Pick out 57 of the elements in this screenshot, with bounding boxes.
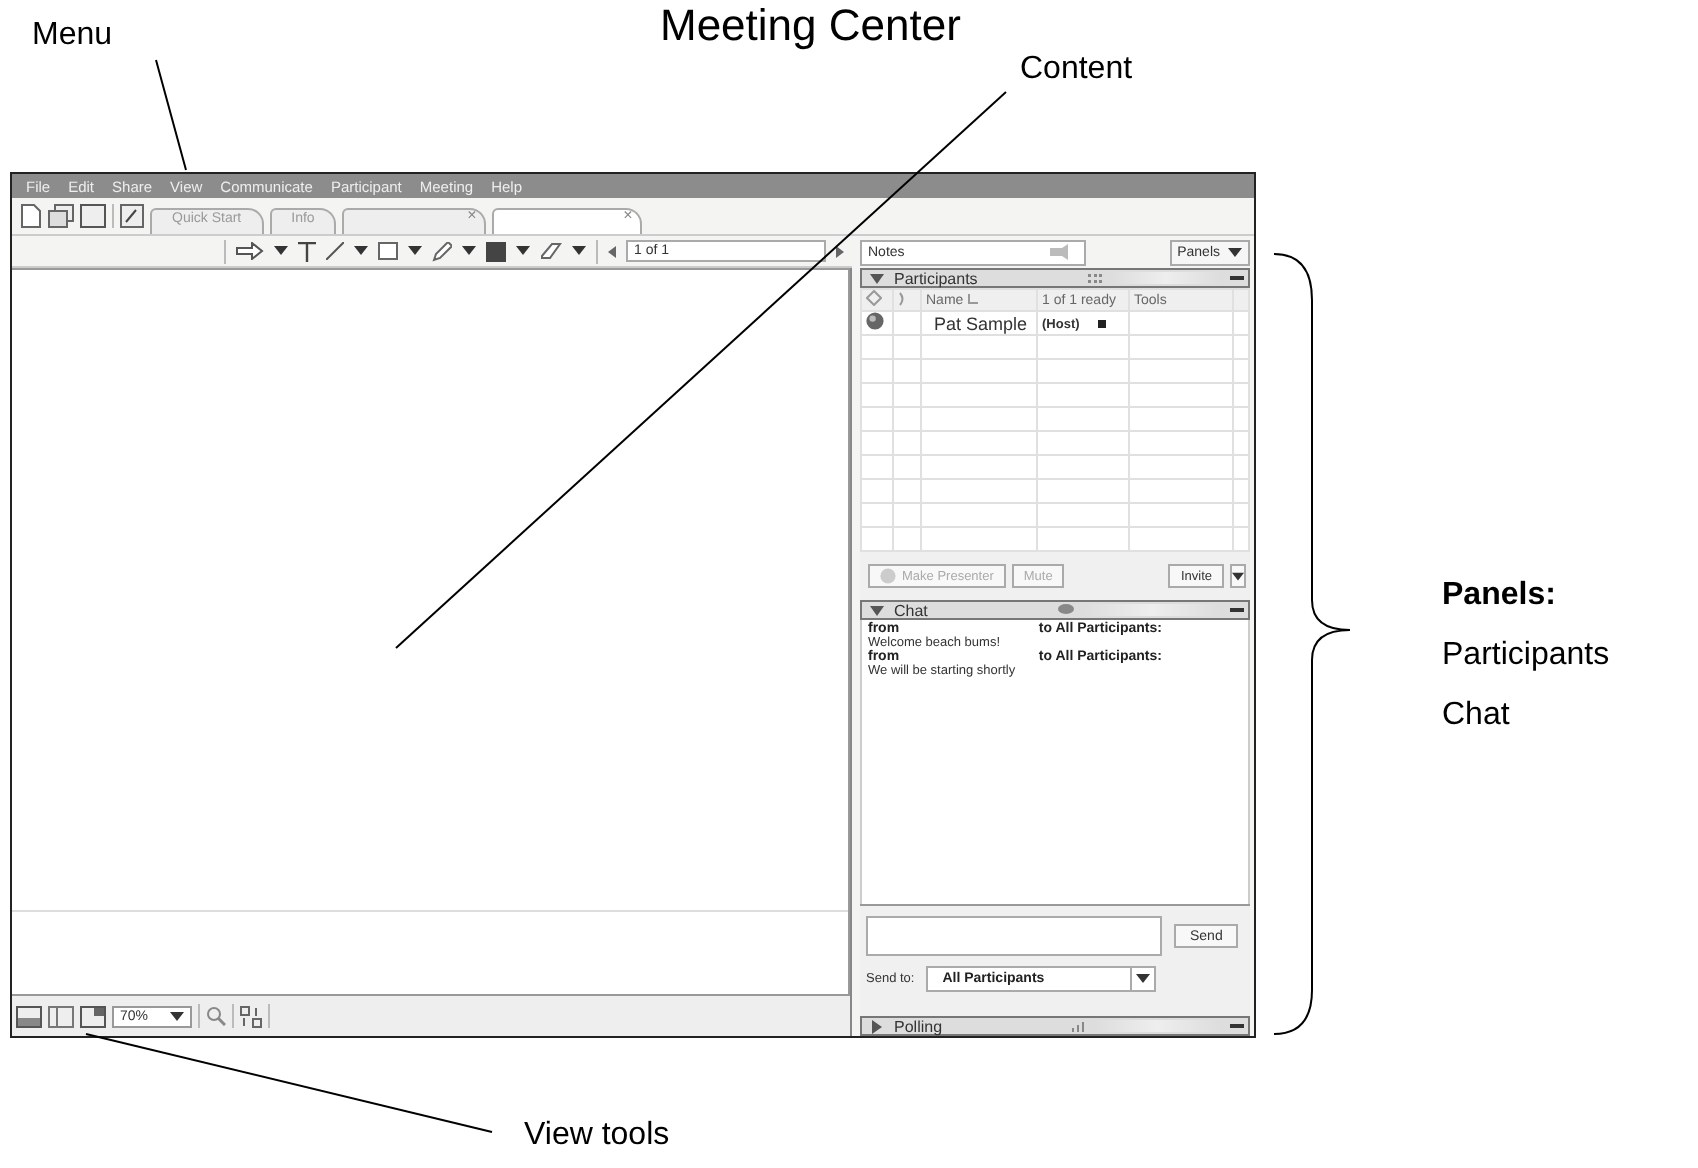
edit-icon[interactable] [120,204,144,228]
panel-title: Chat [894,601,928,619]
windows-icon[interactable] [48,204,74,228]
line-icon[interactable] [326,242,344,260]
window-icon[interactable] [80,204,106,228]
caret-icon[interactable] [1228,247,1242,257]
layout-icon[interactable] [16,1005,42,1027]
caret-icon[interactable] [572,246,586,256]
invite-dropdown[interactable] [1230,564,1246,588]
globe-icon [866,312,884,330]
figure-title: Meeting Center [660,0,961,52]
caret-icon[interactable] [1232,571,1244,581]
grip-icon [1087,273,1102,283]
callout-label: Chat [1442,698,1512,734]
text-icon[interactable] [298,241,316,261]
panel-title: Participants [894,269,978,287]
search-icon[interactable] [206,1006,226,1026]
notes-icon [1050,244,1068,260]
previous-icon[interactable] [608,245,616,257]
caret-icon[interactable] [274,246,288,256]
close-icon[interactable]: × [467,206,477,224]
document-icon[interactable] [20,204,42,228]
layout-icon[interactable] [48,1005,74,1027]
message-input[interactable] [866,916,1162,956]
speech-bubble-icon [1057,604,1074,616]
callout-label: Menu [32,18,113,54]
color-icon[interactable] [486,241,506,261]
caret-icon[interactable] [170,1011,184,1021]
participant-name: Pat Sample [934,313,1028,333]
caret-icon[interactable] [462,246,476,256]
caret-icon[interactable] [354,246,368,256]
callout-label: View tools [524,1118,670,1154]
tab[interactable]: × [492,208,643,234]
bar-chart-icon [1072,1021,1085,1031]
minimize-icon[interactable] [1230,607,1244,613]
caret-icon[interactable] [516,246,530,256]
next-icon[interactable] [836,245,844,257]
leader-line [155,59,187,171]
callout-heading: Panels: [1442,578,1558,614]
panel-title: Polling [894,1017,943,1035]
pencil-icon[interactable] [432,241,452,261]
status-icon [1097,320,1106,328]
caret-icon[interactable] [408,246,422,256]
callout-label: Content [1020,52,1133,88]
arrow-icon[interactable] [236,242,264,260]
minimize-icon[interactable] [1230,275,1244,281]
sync-icon[interactable] [240,1005,262,1027]
rectangle-icon[interactable] [378,242,398,260]
minimize-icon[interactable] [1230,1023,1244,1029]
close-icon[interactable]: × [623,206,633,224]
callout-label: Participants [1442,638,1610,674]
eraser-icon[interactable] [540,242,562,260]
layout-icon[interactable] [80,1005,106,1027]
status-icon [866,290,882,306]
sort-icon [967,293,978,303]
caret-icon[interactable] [1136,974,1151,984]
tab[interactable]: × [342,208,487,234]
